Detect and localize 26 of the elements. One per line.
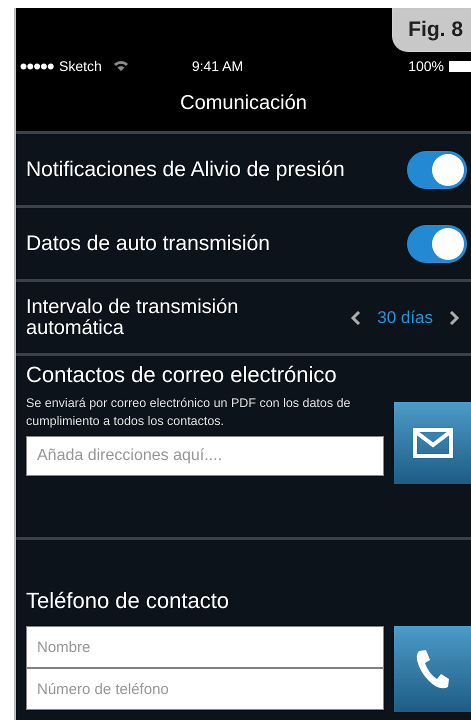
phone-input-field[interactable]: Nombre	[26, 626, 384, 668]
setting-label: Datos de auto transmisión	[26, 232, 270, 256]
setting-label: Intervalo de transmisión automática	[26, 296, 240, 338]
toggle-switch[interactable]	[407, 224, 467, 262]
call-button[interactable]	[394, 626, 471, 712]
send-email-button[interactable]	[394, 402, 471, 484]
screen-title: Comunicación	[179, 91, 308, 116]
battery-percentage: 100%	[408, 58, 444, 74]
envelope-icon	[412, 428, 452, 458]
signal-icon	[20, 62, 54, 70]
email-input-field[interactable]: Añada direcciones aquí....	[26, 436, 384, 476]
phone-input-field[interactable]: Número de teléfono	[26, 668, 384, 710]
toggle-switch[interactable]	[407, 150, 467, 188]
section-title: Teléfono de contacto	[26, 588, 230, 614]
chevron-left-icon[interactable]	[351, 310, 362, 324]
chevron-right-icon[interactable]	[449, 310, 459, 324]
wifi-icon	[112, 60, 129, 72]
carrier-name: Sketch	[59, 58, 102, 74]
status-time: 9:41 AM	[192, 58, 244, 74]
phone-icon	[414, 648, 450, 690]
email-description: Se enviará por correo electrónico un PDF con los datos de cumplimiento a todos los contactos.	[26, 395, 351, 430]
figure-label: Fig. 8	[392, 8, 471, 52]
setting-label: Notificaciones de Alivio de presión	[26, 158, 345, 182]
battery-icon	[449, 60, 471, 72]
section-title: Contactos de correo electrónico	[26, 362, 338, 388]
interval-value: 30 días	[377, 308, 433, 328]
